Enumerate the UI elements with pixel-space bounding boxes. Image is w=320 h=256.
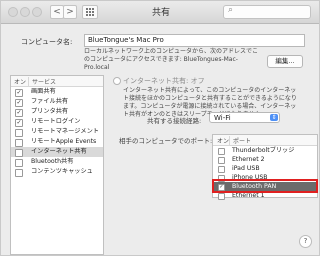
service-label: インターネット共有	[31, 148, 87, 155]
service-label: リモートログイン	[31, 118, 81, 125]
chevron-left-icon: <	[53, 7, 61, 17]
service-label: ファイル共有	[31, 98, 69, 105]
search-input[interactable]	[238, 7, 304, 17]
ports-header-port: ポート	[229, 136, 251, 145]
port-checkbox[interactable]	[218, 166, 225, 173]
service-label: コンテンツキャッシュ	[31, 168, 93, 175]
service-label: リモートマネージメント	[31, 128, 99, 135]
computer-name-label: コンピュータ名:	[21, 38, 73, 46]
chevron-updown-icon: ⇕	[270, 114, 278, 121]
service-row[interactable]: ✓ 画面共有	[11, 87, 103, 97]
minimize-window-button[interactable]	[20, 7, 30, 17]
port-checkbox[interactable]	[218, 157, 225, 164]
port-row[interactable]: Ethernet 2	[213, 155, 317, 164]
highlight-box	[212, 179, 318, 193]
services-header: オン サービス	[11, 76, 103, 87]
computer-name-field[interactable]: BlueTongue's Mac Pro	[84, 34, 305, 47]
service-label: Bluetooth共有	[31, 158, 74, 165]
port-label: Ethernet 2	[232, 156, 265, 163]
service-row[interactable]: Bluetooth共有	[11, 157, 103, 167]
port-checkbox[interactable]	[218, 193, 225, 200]
service-row[interactable]: ✓ プリンタ共有	[11, 107, 103, 117]
share-from-select[interactable]: Wi-Fi ⇕	[209, 112, 280, 123]
show-all-button[interactable]	[82, 5, 98, 19]
service-checkbox[interactable]	[15, 169, 23, 177]
toolbar: < > 共有 ⌕	[1, 1, 319, 24]
window-title: 共有	[151, 8, 170, 18]
port-label: iPad USB	[232, 165, 260, 172]
service-checkbox[interactable]: ✓	[15, 119, 23, 127]
service-label: リモートApple Events	[31, 138, 97, 145]
search-field[interactable]: ⌕	[223, 5, 311, 19]
ports-header-on: オン	[217, 138, 230, 145]
service-label: 画面共有	[31, 88, 56, 95]
internet-sharing-status-indicator	[113, 77, 121, 85]
service-row[interactable]: ✓ リモートログイン	[11, 117, 103, 127]
zoom-window-button[interactable]	[32, 7, 42, 17]
service-checkbox[interactable]	[15, 139, 23, 147]
port-row[interactable]: Thunderboltブリッジ	[213, 146, 317, 155]
close-window-button[interactable]	[8, 7, 18, 17]
back-button[interactable]: <	[50, 5, 64, 19]
service-checkbox[interactable]	[15, 149, 23, 157]
chevron-right-icon: >	[66, 7, 74, 17]
service-row[interactable]: インターネット共有	[11, 147, 103, 157]
sharing-window: < > 共有 ⌕ コンピュータ名: BlueTongue's Mac Pro ロ…	[0, 0, 320, 256]
services-header-on: オン	[14, 79, 27, 86]
service-row[interactable]: リモートApple Events	[11, 137, 103, 147]
service-row[interactable]: リモートマネージメント	[11, 127, 103, 137]
service-checkbox[interactable]: ✓	[15, 109, 23, 117]
help-button[interactable]: ?	[299, 235, 312, 248]
services-list: オン サービス ✓ 画面共有 ✓ ファイル共有 ✓ プリンタ共有 ✓ リモートログインリモート…	[10, 75, 104, 255]
service-row[interactable]: コンテンツキャッシュ	[11, 167, 103, 177]
share-from-value: Wi-Fi	[214, 114, 231, 122]
share-from-label: 共有する接続経路:	[147, 117, 202, 125]
port-label: Thunderboltブリッジ	[232, 147, 295, 154]
internet-sharing-status: インターネット共有: オフ	[123, 77, 205, 85]
forward-button[interactable]: >	[63, 5, 77, 19]
service-checkbox[interactable]: ✓	[15, 89, 23, 97]
service-checkbox[interactable]	[15, 159, 23, 167]
search-icon: ⌕	[228, 5, 234, 15]
port-checkbox[interactable]	[218, 148, 225, 155]
port-row[interactable]: iPad USB	[213, 164, 317, 173]
service-checkbox[interactable]: ✓	[15, 99, 23, 107]
computer-name-description: ローカルネットワーク上のコンピュータから、次のアドレスでこのコンピュータにアクセ…	[84, 48, 259, 71]
ports-label: 相手のコンピュータでのポート:	[119, 137, 213, 145]
ports-header: オン ポート	[213, 135, 317, 146]
service-checkbox[interactable]	[15, 129, 23, 137]
services-header-service: サービス	[28, 77, 56, 86]
edit-button[interactable]: 編集...	[267, 55, 303, 68]
service-label: プリンタ共有	[31, 108, 69, 115]
service-row[interactable]: ✓ ファイル共有	[11, 97, 103, 107]
